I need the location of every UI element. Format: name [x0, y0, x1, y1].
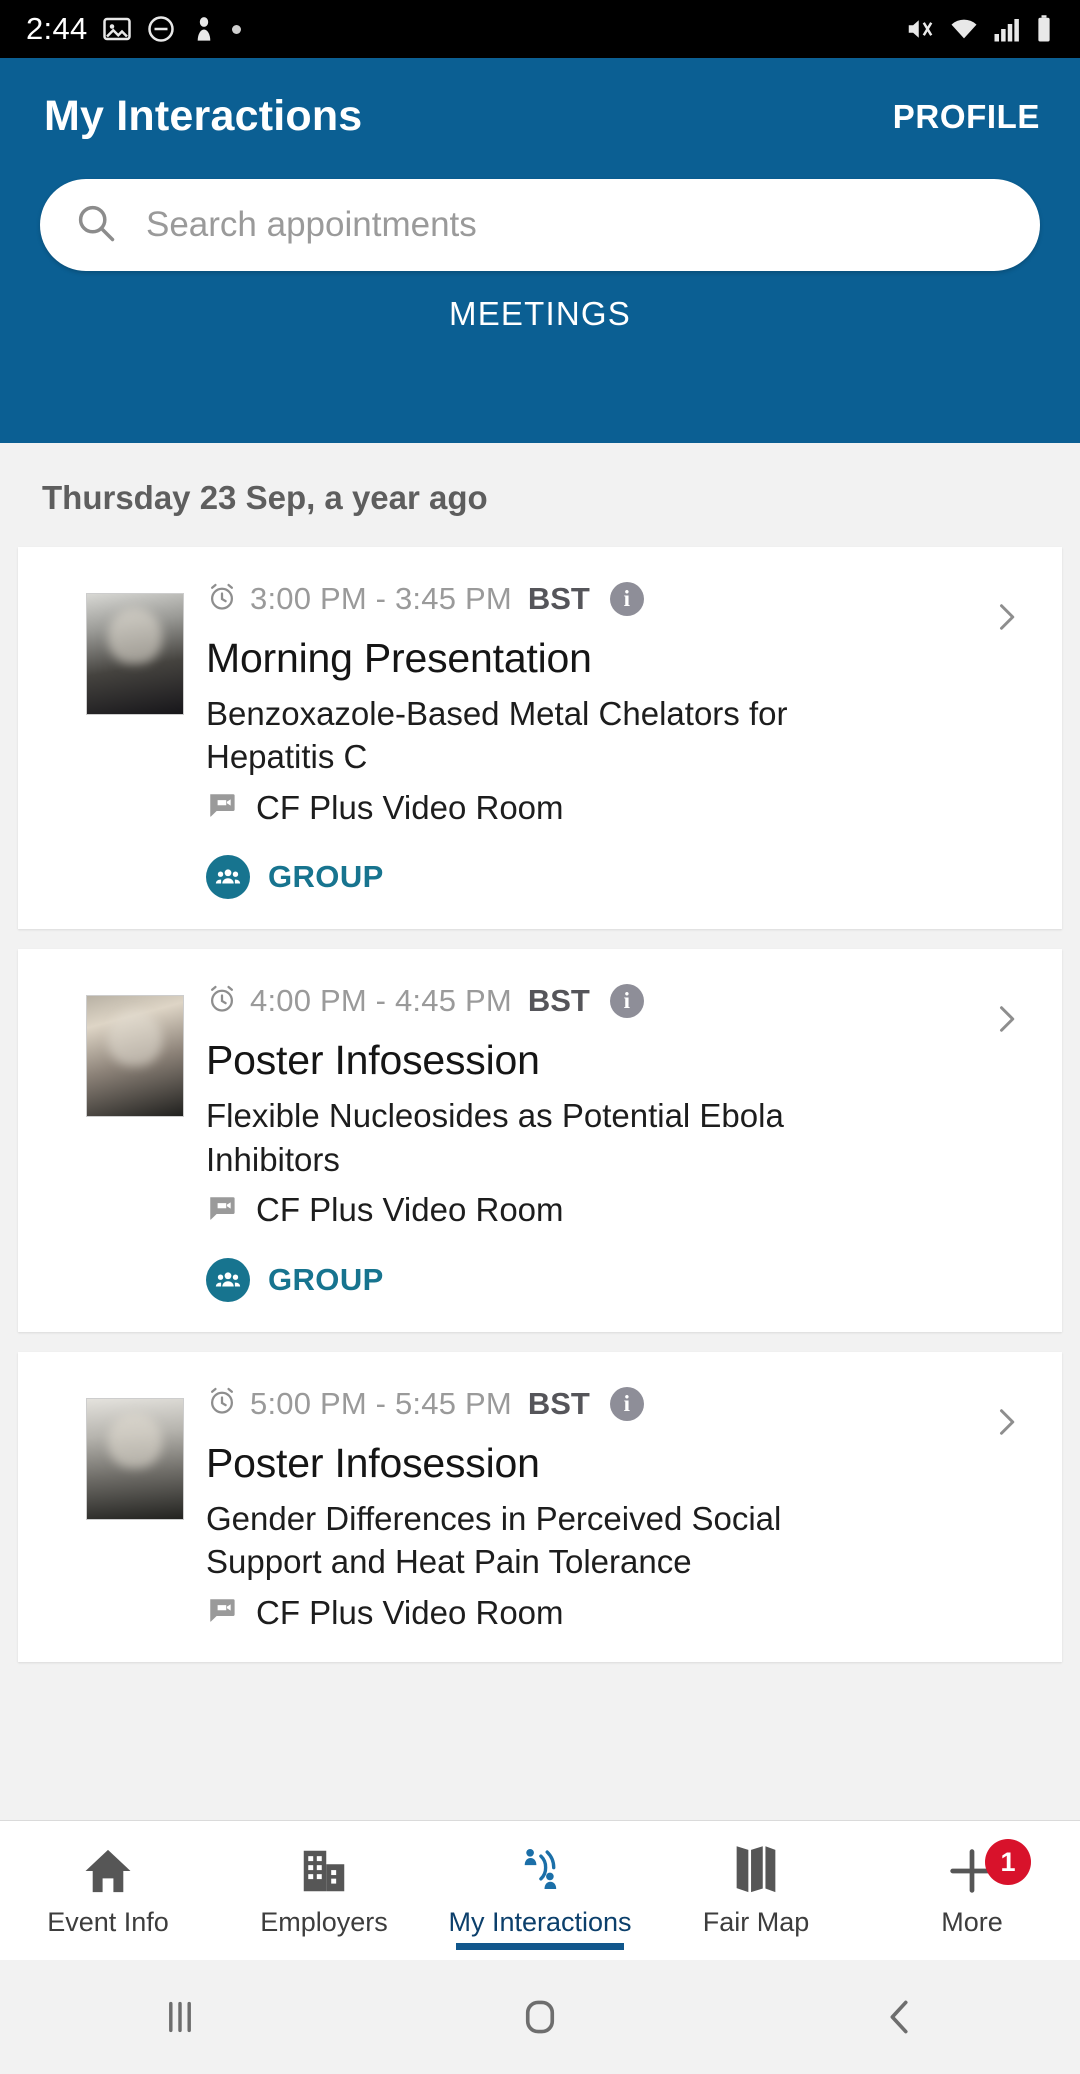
dot-icon — [231, 24, 241, 34]
map-icon — [729, 1843, 783, 1899]
nav-item-employers[interactable]: Employers — [216, 1821, 432, 1960]
meeting-room-row: CF Plus Video Room — [206, 1191, 968, 1230]
meeting-time: 3:00 PM - 3:45 PM — [250, 581, 512, 616]
avatar — [86, 995, 184, 1118]
meeting-card[interactable]: 3:00 PM - 3:45 PM BST i Morning Presenta… — [18, 547, 1062, 930]
meeting-title: Poster Infosession — [206, 1439, 540, 1486]
profile-button[interactable]: PROFILE — [893, 98, 1040, 136]
meeting-subtitle: Benzoxazole-Based Metal Chelators for He… — [206, 695, 788, 776]
status-bar-left: 2:44 — [26, 11, 241, 47]
meeting-room: CF Plus Video Room — [256, 788, 564, 826]
meeting-room-row: CF Plus Video Room — [206, 1593, 968, 1632]
image-icon — [102, 14, 132, 44]
tab-meetings[interactable]: MEETINGS — [449, 295, 631, 333]
meeting-timezone: BST — [527, 581, 590, 616]
active-tab-indicator — [456, 1943, 624, 1950]
home-icon — [81, 1843, 135, 1899]
meeting-room: CF Plus Video Room — [256, 1593, 564, 1631]
chevron-right-icon[interactable] — [976, 577, 1036, 899]
meeting-timezone: BST — [527, 1385, 590, 1421]
meeting-time: 5:00 PM - 5:45 PM — [250, 1385, 512, 1421]
nav-item-more[interactable]: 1 More — [864, 1821, 1080, 1960]
app-root: 2:44 My Interactions PROFILE Search appo… — [0, 0, 1080, 2074]
meeting-card-body: 4:00 PM - 4:45 PM BST i Poster Infosessi… — [206, 979, 976, 1302]
meeting-card-body: 5:00 PM - 5:45 PM BST i Poster Infosessi… — [206, 1382, 976, 1632]
meeting-room: CF Plus Video Room — [256, 1191, 564, 1229]
avatar — [86, 1397, 184, 1520]
page-title: My Interactions — [44, 92, 363, 140]
alarm-clock-icon — [206, 1385, 238, 1422]
meeting-card-body: 3:00 PM - 3:45 PM BST i Morning Presenta… — [206, 577, 976, 900]
system-navigation-bar — [0, 1960, 1080, 2074]
nav-item-my-interactions[interactable]: My Interactions — [432, 1821, 648, 1960]
interactions-icon — [513, 1843, 567, 1899]
mute-icon — [904, 14, 936, 44]
nav-item-event-info[interactable]: Event Info — [0, 1821, 216, 1960]
meeting-group-badge: GROUP — [206, 855, 968, 900]
video-room-icon — [206, 1593, 240, 1632]
group-badge-label: GROUP — [268, 859, 384, 895]
app-header: My Interactions PROFILE Search appointme… — [0, 58, 1080, 443]
meeting-time-row: 5:00 PM - 5:45 PM BST i — [206, 1382, 968, 1426]
video-room-icon — [206, 788, 240, 827]
chevron-right-icon[interactable] — [976, 979, 1036, 1301]
back-icon[interactable] — [720, 1994, 1080, 2040]
group-people-icon — [206, 1257, 250, 1302]
battery-icon — [1034, 14, 1054, 44]
wifi-icon — [948, 14, 980, 44]
nav-label: Employers — [260, 1907, 388, 1937]
bottom-navigation: Event Info Employers My Interactions Fai… — [0, 1820, 1080, 1960]
meeting-subtitle: Flexible Nucleosides as Potential Ebola … — [206, 1097, 784, 1178]
recents-icon[interactable] — [0, 1994, 360, 2040]
signal-icon — [992, 14, 1022, 44]
alarm-clock-icon — [206, 581, 238, 618]
meeting-time-row: 4:00 PM - 4:45 PM BST i — [206, 979, 968, 1023]
meeting-title: Poster Infosession — [206, 1037, 540, 1084]
more-badge-count: 1 — [984, 1839, 1031, 1885]
status-bar-right — [904, 14, 1054, 44]
chevron-right-icon[interactable] — [976, 1382, 1036, 1632]
person-icon — [190, 14, 218, 44]
search-placeholder: Search appointments — [146, 205, 477, 244]
meeting-subtitle: Gender Differences in Perceived Social S… — [206, 1499, 782, 1581]
tab-bar: MEETINGS — [0, 271, 1080, 357]
info-icon[interactable]: i — [609, 582, 644, 616]
info-icon[interactable]: i — [609, 1386, 644, 1421]
meeting-card[interactable]: 4:00 PM - 4:45 PM BST i Poster Infosessi… — [18, 949, 1062, 1332]
video-room-icon — [206, 1191, 240, 1230]
meeting-title: Morning Presentation — [206, 635, 592, 681]
building-icon — [297, 1843, 351, 1899]
alarm-clock-icon — [206, 983, 238, 1020]
status-clock: 2:44 — [26, 11, 88, 46]
avatar — [86, 593, 184, 715]
do-not-disturb-icon — [146, 14, 176, 44]
search-wrapper: Search appointments — [0, 141, 1080, 271]
search-input[interactable]: Search appointments — [40, 179, 1040, 271]
meeting-card[interactable]: 5:00 PM - 5:45 PM BST i Poster Infosessi… — [18, 1351, 1062, 1663]
nav-label: Event Info — [47, 1907, 169, 1937]
nav-label: My Interactions — [448, 1907, 632, 1937]
meeting-time-row: 3:00 PM - 3:45 PM BST i — [206, 577, 968, 621]
nav-label: More — [941, 1907, 1003, 1937]
status-bar: 2:44 — [0, 0, 1080, 58]
nav-item-fair-map[interactable]: Fair Map — [648, 1821, 864, 1960]
group-people-icon — [206, 855, 250, 900]
info-icon[interactable]: i — [609, 984, 644, 1019]
group-badge-label: GROUP — [268, 1261, 384, 1297]
meeting-room-row: CF Plus Video Room — [206, 788, 968, 827]
search-icon — [74, 201, 118, 250]
meeting-group-badge: GROUP — [206, 1257, 968, 1302]
meeting-timezone: BST — [527, 983, 590, 1019]
home-square-icon[interactable] — [360, 1994, 720, 2040]
header-top-row: My Interactions PROFILE — [0, 58, 1080, 141]
date-group-header: Thursday 23 Sep, a year ago — [42, 479, 488, 516]
meeting-time: 4:00 PM - 4:45 PM — [250, 983, 512, 1019]
nav-label: Fair Map — [702, 1907, 810, 1937]
